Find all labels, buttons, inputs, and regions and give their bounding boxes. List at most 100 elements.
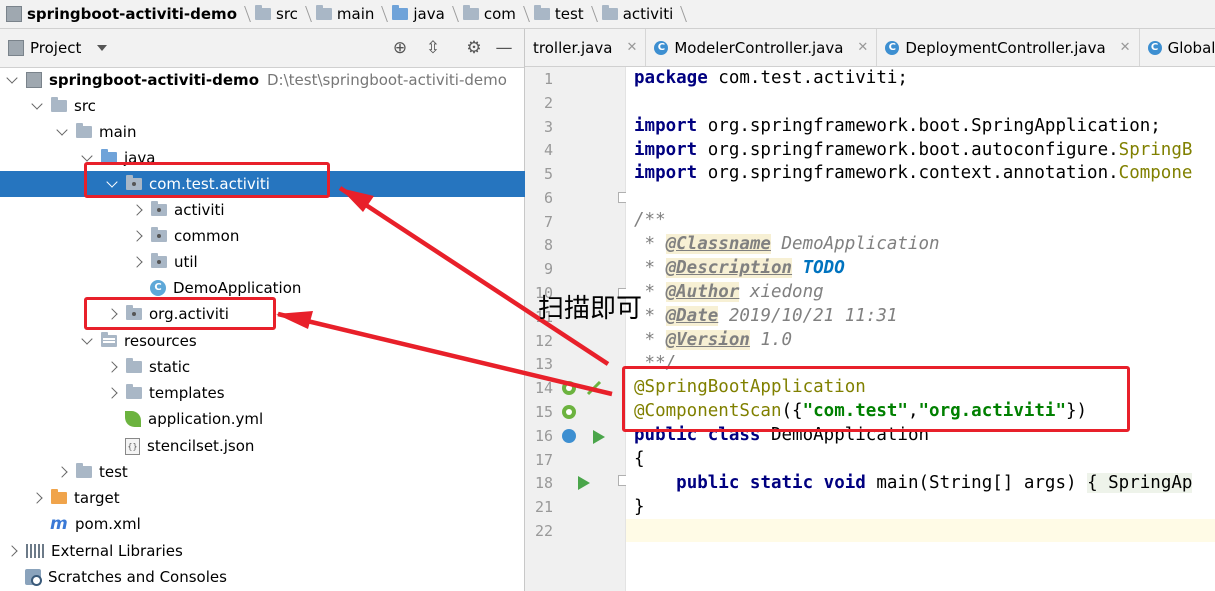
- highlight-box-com-test-activiti: [84, 162, 330, 198]
- run-icon[interactable]: [592, 429, 606, 449]
- collapse-arrow-icon[interactable]: [131, 230, 143, 242]
- project-icon: [8, 40, 24, 56]
- collapse-arrow-icon[interactable]: [106, 387, 118, 399]
- tree-item-label: common: [174, 227, 240, 245]
- package-icon: [151, 201, 167, 216]
- editor-tab[interactable]: troller.java ✕: [525, 29, 647, 66]
- line-number: 12: [534, 332, 553, 350]
- tree-item-icon-wrap: [25, 569, 42, 586]
- breadcrumb-item[interactable]: java: [386, 0, 445, 28]
- line-number: 8: [543, 236, 553, 254]
- tree-item[interactable]: Scratches and Consoles: [0, 564, 532, 590]
- java-class-icon: C: [885, 40, 900, 55]
- expand-arrow-icon[interactable]: [31, 98, 43, 110]
- tree-item-icon-wrap: [76, 123, 92, 138]
- line-number: 6: [543, 189, 553, 207]
- expand-arrow-icon[interactable]: [81, 150, 93, 162]
- spring-bean-icon[interactable]: [560, 379, 578, 401]
- line-number: 7: [543, 213, 553, 231]
- java-class-icon: C: [1147, 40, 1162, 55]
- tree-item-label: springboot-activiti-demo: [49, 71, 259, 89]
- expand-arrow-icon[interactable]: [56, 124, 68, 136]
- folder-icon: [533, 5, 550, 20]
- code-editor[interactable]: package com.test.activiti; import org.sp…: [626, 67, 1215, 591]
- breadcrumb-separator: [584, 0, 596, 28]
- tree-item[interactable]: m pom.xml: [0, 511, 557, 537]
- tree-item[interactable]: main: [0, 119, 582, 145]
- tree-item-icon-wrap: [101, 332, 117, 347]
- spring-class-icon[interactable]: [560, 427, 578, 449]
- highlight-box-component-scan: [622, 366, 1130, 432]
- run-icon[interactable]: [577, 475, 591, 495]
- close-tab-icon[interactable]: ✕: [1120, 40, 1131, 55]
- locate-icon[interactable]: ⊕: [390, 38, 410, 58]
- spring-bean-icon[interactable]: [560, 403, 578, 425]
- line-number: 2: [543, 94, 553, 112]
- breadcrumb-item[interactable]: com: [457, 0, 516, 28]
- maven-icon: m: [50, 514, 68, 534]
- line-number: 13: [534, 355, 553, 373]
- tree-item-label: External Libraries: [51, 542, 183, 560]
- tree-item-label: src: [74, 97, 96, 115]
- collapse-all-icon[interactable]: ⇳: [423, 38, 443, 58]
- tree-item-path: D:\test\springboot-activiti-demo: [267, 71, 507, 89]
- expand-arrow-icon[interactable]: [81, 333, 93, 345]
- line-number: 16: [534, 427, 553, 445]
- folder-icon: [76, 123, 92, 138]
- navigation-breadcrumb: springboot-activiti-demo src main java com te…: [0, 0, 1215, 29]
- close-tab-icon[interactable]: ✕: [857, 40, 868, 55]
- code-line-7: /**: [634, 210, 666, 230]
- editor-tab-label: ModelerController.java: [674, 38, 844, 57]
- collapse-arrow-icon[interactable]: [56, 466, 68, 478]
- close-tab-icon[interactable]: ✕: [626, 40, 637, 55]
- code-line-8: * @Classname DemoApplication: [634, 234, 940, 254]
- java-class-icon: C: [654, 40, 669, 55]
- collapse-arrow-icon[interactable]: [131, 256, 143, 268]
- tree-item-icon-wrap: [126, 384, 142, 399]
- tree-item-icon-wrap: [151, 201, 167, 216]
- line-number: 4: [543, 141, 553, 159]
- line-number: 3: [543, 118, 553, 136]
- tree-item-label: activiti: [174, 201, 225, 219]
- tree-item-icon-wrap: [151, 253, 167, 268]
- tree-item-label: main: [99, 123, 137, 141]
- code-line-17: {: [634, 449, 645, 469]
- tree-item[interactable]: resources: [0, 328, 607, 354]
- project-view-selector[interactable]: Project: [8, 39, 108, 57]
- breadcrumb-label: main: [336, 5, 375, 23]
- tree-item[interactable]: src: [0, 93, 557, 119]
- project-panel-header: Project ⊕ ⇳ ⚙ —: [0, 29, 524, 68]
- editor-tab[interactable]: C GlobalExc: [1140, 29, 1215, 66]
- highlight-box-org-activiti: [84, 297, 276, 330]
- expand-arrow-icon[interactable]: [6, 72, 18, 84]
- folder-icon: [315, 5, 332, 20]
- editor-tab[interactable]: C ModelerController.java ✕: [646, 29, 878, 66]
- breadcrumb-separator: [374, 0, 386, 28]
- tree-item-icon-wrap: [26, 544, 44, 558]
- breadcrumb-item[interactable]: activiti: [596, 0, 673, 28]
- libraries-icon: [26, 544, 44, 558]
- folded-code-region[interactable]: { SpringAp: [1087, 473, 1193, 493]
- breadcrumb-item[interactable]: src: [249, 0, 298, 28]
- collapse-arrow-icon[interactable]: [106, 361, 118, 373]
- line-number: 21: [534, 498, 553, 516]
- tree-item[interactable]: External Libraries: [0, 538, 532, 564]
- tree-item[interactable]: springboot-activiti-demo D:\test\springbo…: [0, 67, 532, 93]
- tree-item-icon-wrap: [51, 489, 67, 504]
- breadcrumb-item[interactable]: springboot-activiti-demo: [0, 0, 237, 28]
- tree-item[interactable]: test: [0, 459, 582, 485]
- collapse-arrow-icon[interactable]: [131, 204, 143, 216]
- tree-item-label: application.yml: [148, 410, 264, 428]
- tree-item-label: test: [99, 463, 128, 481]
- breadcrumb-item[interactable]: test: [528, 0, 584, 28]
- gear-icon[interactable]: ⚙: [464, 38, 484, 58]
- tree-item[interactable]: target: [0, 485, 557, 511]
- editor-tab[interactable]: C DeploymentController.java ✕: [877, 29, 1140, 66]
- collapse-arrow-icon[interactable]: [6, 545, 18, 557]
- breadcrumb-item[interactable]: main: [310, 0, 374, 28]
- collapse-arrow-icon[interactable]: [31, 492, 43, 504]
- code-line-4: import org.springframework.boot.autoconf…: [634, 140, 1193, 160]
- line-number: 17: [534, 451, 553, 469]
- hide-panel-icon[interactable]: —: [494, 38, 514, 58]
- spring-boot-icon[interactable]: [585, 379, 603, 401]
